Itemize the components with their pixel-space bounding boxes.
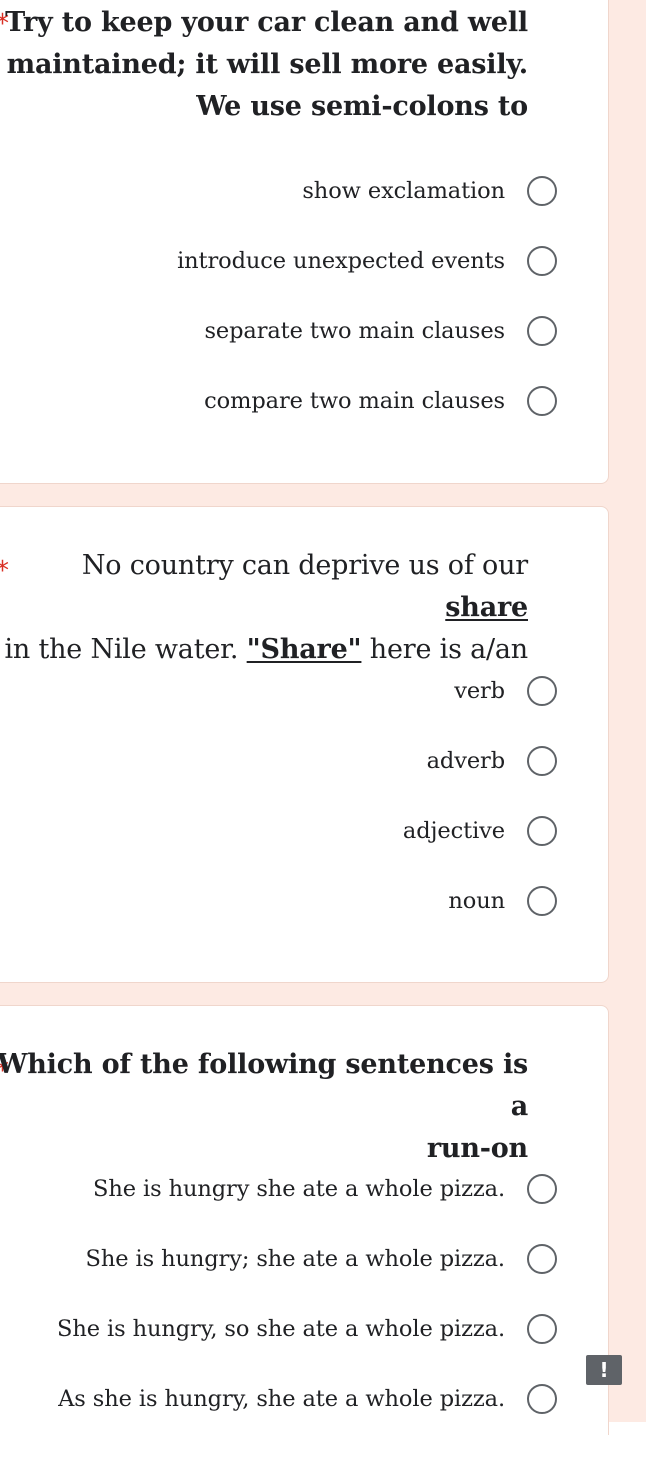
- option-adjective[interactable]: adjective: [0, 811, 557, 851]
- radio-button[interactable]: [527, 1314, 557, 1344]
- option-label: adverb: [426, 748, 506, 774]
- question-card-3: * Which of the following sentences is a …: [0, 1005, 609, 1435]
- option-label: compare two main clauses: [204, 388, 505, 414]
- option-semicolon-sentence[interactable]: She is hungry; she ate a whole pizza.: [0, 1239, 557, 1279]
- underlined-word: share: [445, 592, 528, 623]
- option-show-exclamation[interactable]: show exclamation: [0, 171, 557, 211]
- question-line: Which of the following sentences is a: [0, 1049, 528, 1122]
- option-introduce-unexpected-events[interactable]: introduce unexpected events: [0, 241, 557, 281]
- option-run-on-sentence[interactable]: She is hungry she ate a whole pizza.: [0, 1169, 557, 1209]
- option-label: She is hungry; she ate a whole pizza.: [85, 1246, 506, 1272]
- option-compare-two-main-clauses[interactable]: compare two main clauses: [0, 381, 557, 421]
- option-verb[interactable]: verb: [0, 671, 557, 711]
- question-card-1: * Try to keep your car clean and well ma…: [0, 0, 609, 484]
- option-label: introduce unexpected events: [177, 248, 505, 274]
- question-line: Try to keep your car clean and well: [5, 7, 528, 38]
- option-label: show exclamation: [302, 178, 505, 204]
- question-line: maintained; it will sell more easily.: [6, 49, 529, 80]
- radio-button[interactable]: [527, 676, 557, 706]
- option-adverb[interactable]: adverb: [0, 741, 557, 781]
- radio-button[interactable]: [527, 746, 557, 776]
- radio-button[interactable]: [527, 176, 557, 206]
- question-line: We use semi-colons to: [196, 91, 528, 122]
- question-line: run-on: [426, 1133, 528, 1164]
- option-label: verb: [454, 678, 505, 704]
- option-label: As she is hungry, she ate a whole pizza.: [58, 1386, 505, 1412]
- radio-button[interactable]: [527, 1244, 557, 1274]
- question-title: Try to keep your car clean and well main…: [5, 2, 528, 128]
- option-conjunction-sentence[interactable]: She is hungry, so she ate a whole pizza.: [0, 1309, 557, 1349]
- form-background-right: [609, 0, 646, 1422]
- radio-button[interactable]: [527, 1174, 557, 1204]
- radio-button[interactable]: [527, 386, 557, 416]
- option-separate-two-main-clauses[interactable]: separate two main clauses: [0, 311, 557, 351]
- question-line: in the Nile water. "Share" here is a/an: [0, 629, 528, 671]
- question-title: No country can deprive us of our share i…: [0, 545, 528, 671]
- radio-button[interactable]: [527, 1384, 557, 1414]
- option-label: adjective: [402, 818, 505, 844]
- option-label: She is hungry she ate a whole pizza.: [93, 1176, 505, 1202]
- radio-button[interactable]: [527, 816, 557, 846]
- option-label: separate two main clauses: [204, 318, 505, 344]
- question-text-fragment: here is a/an: [361, 634, 528, 665]
- option-label: noun: [448, 888, 505, 914]
- radio-button[interactable]: [527, 246, 557, 276]
- option-label: She is hungry, so she ate a whole pizza.: [57, 1316, 505, 1342]
- report-problem-icon[interactable]: !: [586, 1355, 622, 1385]
- question-text-fragment: No country can deprive us of our: [81, 550, 528, 581]
- question-line: No country can deprive us of our share: [0, 545, 528, 629]
- radio-button[interactable]: [527, 316, 557, 346]
- option-noun[interactable]: noun: [0, 881, 557, 921]
- question-title: Which of the following sentences is a ru…: [0, 1044, 528, 1170]
- question-card-2: * No country can deprive us of our share…: [0, 506, 609, 983]
- radio-button[interactable]: [527, 886, 557, 916]
- option-complex-sentence[interactable]: As she is hungry, she ate a whole pizza.: [0, 1379, 557, 1419]
- underlined-word: "Share": [246, 634, 362, 665]
- question-text-fragment: in the Nile water.: [4, 634, 247, 665]
